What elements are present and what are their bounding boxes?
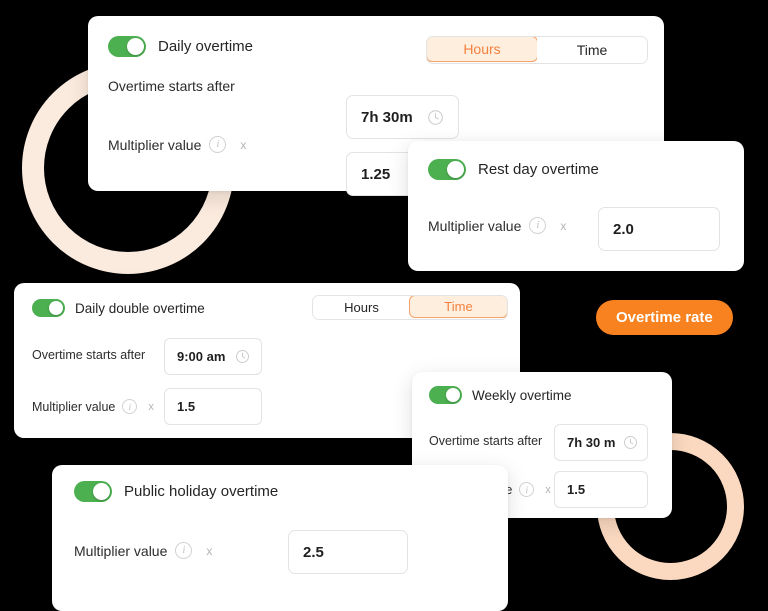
input-weekly-starts-after[interactable]: 7h 30 m <box>554 424 648 461</box>
rest-day-multiplier-row: Multiplier value i x <box>428 217 576 234</box>
daily-multiplier-row: Multiplier value i x <box>108 136 256 153</box>
label-multiplier-value: Multiplier value <box>32 399 116 414</box>
input-value: 2.5 <box>303 543 324 561</box>
label-multiplier-value: Multiplier value <box>108 136 202 153</box>
input-value: 1.5 <box>567 482 586 497</box>
input-value: 7h 30 m <box>567 435 616 450</box>
input-daily-double-starts-after[interactable]: 9:00 am <box>164 338 262 375</box>
label-overtime-starts-after: Overtime starts after <box>108 78 235 94</box>
multiply-sign: x <box>240 137 247 152</box>
input-value: 7h 30m <box>361 108 413 126</box>
toggle-knob <box>127 38 144 55</box>
toggle-daily-double-overtime[interactable] <box>32 299 65 317</box>
daily-double-overtime-header: Daily double overtime <box>32 299 205 317</box>
toggle-rest-day-overtime[interactable] <box>428 159 466 180</box>
label-multiplier-value: Multiplier value <box>74 542 168 559</box>
segment-daily-double-unit: Hours Time <box>312 295 508 320</box>
segment-daily-overtime-unit: Hours Time <box>426 36 648 64</box>
multiply-sign: x <box>560 218 567 233</box>
card-rest-day-overtime: Rest day overtime Multiplier value i x 2… <box>408 141 744 271</box>
input-daily-double-multiplier-value[interactable]: 1.5 <box>164 388 262 425</box>
label-overtime-starts-after: Overtime starts after <box>429 434 543 448</box>
info-icon[interactable]: i <box>209 136 227 153</box>
input-public-holiday-multiplier-value[interactable]: 2.5 <box>288 530 408 574</box>
info-icon[interactable]: i <box>529 217 547 234</box>
toggle-daily-overtime[interactable] <box>108 36 146 57</box>
label-overtime-starts-after: Overtime starts after <box>32 348 146 362</box>
clock-icon <box>413 109 444 126</box>
input-value: 2.0 <box>613 220 634 238</box>
daily-overtime-starts-after-row: Overtime starts after <box>108 78 398 94</box>
info-icon[interactable]: i <box>519 482 535 497</box>
card-title-public-holiday-overtime: Public holiday overtime <box>124 483 279 500</box>
toggle-weekly-overtime[interactable] <box>429 386 462 404</box>
toggle-knob <box>446 388 460 402</box>
card-public-holiday-overtime: Public holiday overtime Multiplier value… <box>52 465 508 611</box>
daily-overtime-header: Daily overtime <box>108 36 253 57</box>
clock-icon <box>615 435 638 450</box>
input-value: 1.25 <box>361 165 391 183</box>
info-icon[interactable]: i <box>122 399 138 414</box>
overtime-rate-badge[interactable]: Overtime rate <box>596 300 733 335</box>
input-value: 1.5 <box>177 399 196 414</box>
overtime-settings-composition: Daily overtime Hours Time Overtime start… <box>0 0 768 611</box>
card-title-daily-overtime: Daily overtime <box>158 38 254 55</box>
daily-double-starts-after-row: Overtime starts after <box>32 348 145 362</box>
toggle-knob <box>49 301 63 315</box>
multiply-sign: x <box>545 483 551 496</box>
segment-option-time[interactable]: Time <box>537 37 647 63</box>
input-value: 9:00 am <box>177 349 226 364</box>
card-title-weekly-overtime: Weekly overtime <box>472 387 572 403</box>
weekly-starts-after-row: Overtime starts after <box>429 434 542 448</box>
card-title-daily-double-overtime: Daily double overtime <box>75 300 205 316</box>
multiply-sign: x <box>206 543 213 558</box>
label-multiplier-value: Multiplier value <box>428 217 522 234</box>
segment-option-time[interactable]: Time <box>409 296 507 318</box>
weekly-overtime-header: Weekly overtime <box>429 386 572 404</box>
public-holiday-multiplier-row: Multiplier value i x <box>74 542 222 559</box>
daily-double-multiplier-row: Multiplier value i x <box>32 399 162 414</box>
public-holiday-overtime-header: Public holiday overtime <box>74 481 278 502</box>
multiply-sign: x <box>148 400 154 413</box>
segment-option-hours[interactable]: Hours <box>313 296 410 319</box>
toggle-knob <box>93 483 110 500</box>
input-weekly-multiplier-value[interactable]: 1.5 <box>554 471 648 508</box>
clock-icon <box>225 349 250 364</box>
input-rest-day-multiplier-value[interactable]: 2.0 <box>598 207 720 251</box>
info-icon[interactable]: i <box>175 542 193 559</box>
toggle-public-holiday-overtime[interactable] <box>74 481 112 502</box>
toggle-knob <box>447 161 464 178</box>
segment-option-hours[interactable]: Hours <box>427 37 538 62</box>
rest-day-overtime-header: Rest day overtime <box>428 159 599 180</box>
card-title-rest-day-overtime: Rest day overtime <box>478 161 599 178</box>
input-daily-overtime-starts-after[interactable]: 7h 30m <box>346 95 459 139</box>
